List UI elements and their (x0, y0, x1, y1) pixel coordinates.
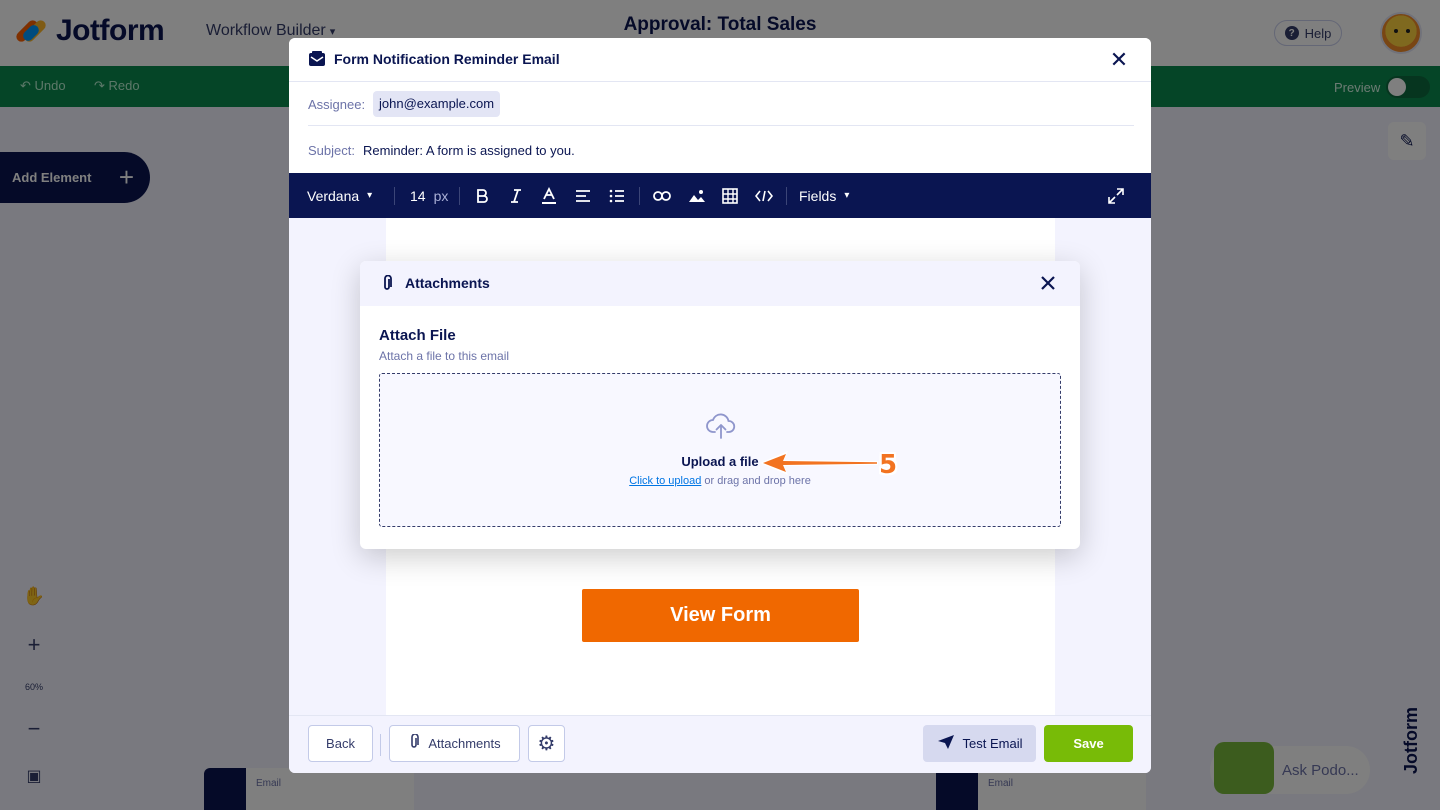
link-icon[interactable] (653, 173, 671, 218)
paperclip-icon (408, 733, 420, 753)
fullscreen-icon[interactable] (1108, 173, 1124, 218)
attach-file-heading: Attach File (379, 327, 456, 344)
fields-dropdown[interactable]: Fields ▾ (799, 173, 849, 218)
attachments-button[interactable]: Attachments (389, 725, 520, 762)
subject-label: Subject: (308, 143, 355, 158)
settings-button[interactable]: ⚙ (528, 725, 565, 762)
assignee-row: Assignee: john@example.com (308, 82, 1134, 126)
upload-title: Upload a file (681, 454, 759, 469)
align-icon[interactable] (575, 173, 591, 218)
attachments-dialog-title: Attachments (405, 275, 490, 291)
back-label: Back (326, 736, 355, 751)
table-icon[interactable] (722, 173, 738, 218)
click-to-upload-link[interactable]: Click to upload (629, 475, 701, 487)
cloud-upload-icon (706, 413, 736, 439)
toolbar-divider (394, 187, 395, 205)
bold-icon[interactable] (474, 173, 490, 218)
step-arrow-icon (760, 451, 878, 475)
attach-file-description: Attach a file to this email (379, 349, 510, 363)
list-icon[interactable] (609, 173, 625, 218)
toolbar-divider (786, 187, 787, 205)
send-icon (937, 734, 955, 753)
attachments-label: Attachments (428, 736, 501, 751)
email-modal-footer: Back Attachments ⚙ Test Email Save (289, 715, 1151, 773)
attachments-dialog-header: Attachments (360, 261, 1080, 306)
attachments-dialog: Attachments Attach File Attach a file to… (360, 261, 1080, 549)
font-family-select[interactable]: Verdana ▾ (307, 173, 372, 218)
email-template-icon (309, 51, 325, 66)
subject-input[interactable]: Reminder: A form is assigned to you. (363, 143, 575, 158)
image-icon[interactable] (688, 173, 706, 218)
font-family-value: Verdana (307, 187, 360, 204)
email-modal-header: Form Notification Reminder Email ✕ (289, 38, 1151, 82)
paperclip-icon (384, 275, 392, 290)
step-number: 5 (879, 450, 898, 480)
file-dropzone[interactable]: Upload a file Click to upload or drag an… (379, 373, 1061, 527)
assignee-label: Assignee: (308, 97, 366, 112)
toolbar-divider (459, 187, 460, 205)
toolbar-divider (639, 187, 640, 205)
footer-divider (380, 734, 381, 756)
test-email-button[interactable]: Test Email (923, 725, 1036, 762)
chevron-down-icon: ▾ (844, 190, 850, 201)
save-button[interactable]: Save (1044, 725, 1133, 762)
font-size-value: 14 (410, 187, 426, 204)
test-email-label: Test Email (962, 736, 1023, 751)
gear-icon: ⚙ (537, 733, 556, 755)
font-color-icon[interactable] (541, 173, 557, 218)
chevron-down-icon: ▾ (367, 190, 373, 201)
editor-toolbar: Verdana ▾ 14 px Fields ▾ (289, 173, 1151, 218)
back-button[interactable]: Back (308, 725, 373, 762)
fields-label: Fields (799, 187, 837, 204)
email-modal-title: Form Notification Reminder Email (334, 51, 560, 67)
subject-row: Subject: Reminder: A form is assigned to… (308, 128, 1134, 172)
close-icon[interactable] (1036, 271, 1060, 295)
assignee-chip[interactable]: john@example.com (373, 91, 501, 117)
upload-hint: Click to upload or drag and drop here (380, 475, 1060, 487)
font-unit: px (433, 187, 449, 204)
view-form-button[interactable]: View Form (582, 589, 859, 642)
italic-icon[interactable] (508, 173, 524, 218)
code-icon[interactable] (755, 173, 773, 218)
save-label: Save (1073, 736, 1104, 751)
close-icon[interactable]: ✕ (1107, 48, 1131, 72)
font-size-input[interactable]: 14 px (410, 173, 448, 218)
